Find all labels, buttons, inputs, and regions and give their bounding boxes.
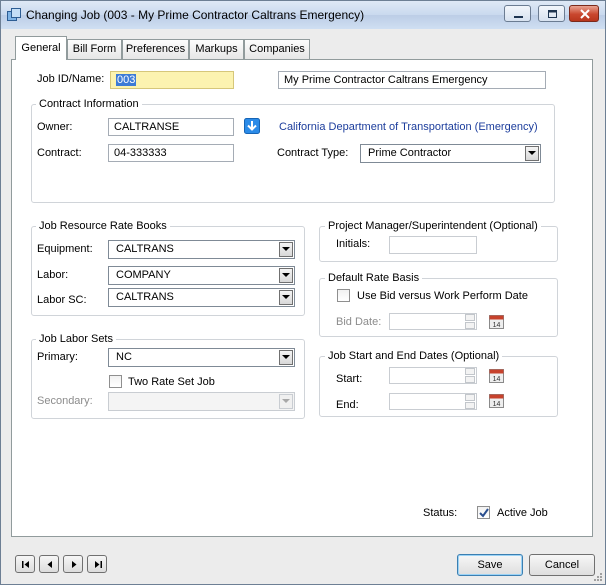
next-record-button[interactable]: [63, 555, 83, 573]
close-icon: [580, 9, 590, 19]
active-job-checkbox[interactable]: [477, 506, 490, 519]
cancel-button[interactable]: Cancel: [529, 554, 595, 576]
owner-description-link[interactable]: California Department of Transportation …: [279, 121, 538, 133]
contract-type-label: Contract Type:: [277, 147, 349, 159]
rate-basis-title: Default Rate Basis: [325, 272, 423, 284]
labor-sets-title: Job Labor Sets: [36, 333, 116, 345]
last-record-icon: [95, 561, 102, 568]
tab-companies[interactable]: Companies: [244, 39, 310, 59]
labor-rate-book-select[interactable]: COMPANY: [108, 266, 295, 285]
job-id-field[interactable]: 003: [110, 71, 234, 89]
end-date-calendar-day: 14: [493, 401, 501, 408]
equipment-dropdown-button[interactable]: [279, 242, 293, 257]
bid-date-field[interactable]: [389, 313, 477, 330]
secondary-label: Secondary:: [37, 395, 93, 407]
end-date-field[interactable]: [389, 393, 477, 410]
maximize-icon: [548, 10, 557, 18]
contract-type-value: Prime Contractor: [368, 147, 452, 159]
checkmark-icon: [479, 508, 489, 518]
title-bar[interactable]: Changing Job (003 - My Prime Contractor …: [1, 1, 605, 29]
previous-record-button[interactable]: [39, 555, 59, 573]
bid-date-label: Bid Date:: [336, 316, 382, 328]
use-bid-date-label: Use Bid versus Work Perform Date: [357, 290, 528, 302]
bid-date-calendar-day: 14: [493, 322, 501, 329]
equipment-rate-book-select[interactable]: CALTRANS: [108, 240, 295, 259]
labor-label: Labor:: [37, 269, 69, 281]
start-date-spin-down[interactable]: [465, 376, 475, 383]
start-date-field[interactable]: [389, 367, 477, 384]
primary-dropdown-button[interactable]: [279, 350, 293, 365]
end-date-spin-up[interactable]: [465, 394, 475, 401]
chevron-down-icon: [282, 355, 290, 359]
last-record-button[interactable]: [87, 555, 107, 573]
chevron-down-icon: [282, 399, 290, 403]
labor-dropdown-button[interactable]: [279, 268, 293, 283]
job-dates-title: Job Start and End Dates (Optional): [325, 350, 503, 362]
two-rate-set-checkbox[interactable]: [109, 375, 122, 388]
bid-date-spin-down[interactable]: [465, 322, 475, 329]
chevron-down-icon: [282, 247, 290, 251]
start-date-calendar-day: 14: [493, 376, 501, 383]
labor-sc-dropdown-button[interactable]: [279, 290, 293, 305]
next-record-icon: [72, 561, 77, 568]
bid-date-calendar-icon[interactable]: 14: [489, 314, 504, 329]
equipment-label: Equipment:: [37, 243, 93, 255]
tab-preferences[interactable]: Preferences: [122, 39, 189, 59]
first-record-button[interactable]: [15, 555, 35, 573]
chevron-down-icon: [528, 151, 536, 155]
start-date-spin-up[interactable]: [465, 368, 475, 375]
equipment-rate-book-value: CALTRANS: [116, 243, 174, 255]
contract-field[interactable]: 04-333333: [108, 144, 234, 162]
labor-sc-rate-book-value: CALTRANS: [116, 291, 174, 303]
tab-bill-form[interactable]: Bill Form: [67, 39, 122, 59]
close-button[interactable]: [569, 5, 599, 22]
initials-field[interactable]: [389, 236, 477, 254]
chevron-down-icon: [282, 295, 290, 299]
chevron-down-icon: [282, 273, 290, 277]
first-record-icon: [22, 561, 29, 568]
primary-labor-set-select[interactable]: NC: [108, 348, 295, 367]
owner-lookup-arrow-icon[interactable]: [244, 118, 260, 134]
contract-information-title: Contract Information: [36, 98, 142, 110]
initials-label: Initials:: [336, 238, 371, 250]
labor-rate-book-value: COMPANY: [116, 269, 171, 281]
primary-label: Primary:: [37, 351, 78, 363]
app-icon: [7, 8, 21, 21]
tab-markups[interactable]: Markups: [189, 39, 244, 59]
secondary-labor-set-select[interactable]: [108, 392, 295, 411]
job-name-field[interactable]: My Prime Contractor Caltrans Emergency: [278, 71, 546, 89]
maximize-button[interactable]: [538, 5, 565, 22]
job-id-value: 003: [116, 74, 137, 86]
start-date-label: Start:: [336, 373, 363, 385]
previous-record-icon: [47, 561, 52, 568]
active-job-label: Active Job: [497, 507, 548, 519]
labor-sc-label: Labor SC:: [37, 294, 87, 306]
minimize-icon: [514, 16, 523, 18]
secondary-dropdown-button[interactable]: [279, 394, 293, 409]
owner-label: Owner:: [37, 121, 73, 133]
tab-general[interactable]: General: [15, 36, 67, 60]
end-date-spin-down[interactable]: [465, 402, 475, 409]
window-title: Changing Job (003 - My Prime Contractor …: [26, 8, 365, 22]
save-button[interactable]: Save: [457, 554, 523, 576]
job-id-label: Job ID/Name:: [37, 73, 105, 85]
dialog-window: Changing Job (003 - My Prime Contractor …: [0, 0, 606, 585]
contract-type-dropdown-button[interactable]: [525, 146, 539, 161]
status-label: Status:: [423, 507, 458, 519]
owner-field[interactable]: CALTRANSE: [108, 118, 234, 136]
rate-books-title: Job Resource Rate Books: [36, 220, 170, 232]
start-date-calendar-icon[interactable]: 14: [489, 368, 504, 383]
end-date-calendar-icon[interactable]: 14: [489, 393, 504, 408]
two-rate-set-label: Two Rate Set Job: [128, 376, 215, 388]
minimize-button[interactable]: [504, 5, 531, 22]
contract-label: Contract:: [37, 147, 82, 159]
primary-labor-set-value: NC: [116, 351, 132, 363]
bid-date-spin-up[interactable]: [465, 314, 475, 321]
resize-grip-icon[interactable]: [593, 572, 603, 582]
end-date-label: End:: [336, 399, 359, 411]
use-bid-date-checkbox[interactable]: [337, 289, 350, 302]
labor-sc-rate-book-select[interactable]: CALTRANS: [108, 288, 295, 307]
contract-type-select[interactable]: Prime Contractor: [360, 144, 541, 163]
project-manager-title: Project Manager/Superintendent (Optional…: [325, 220, 541, 232]
